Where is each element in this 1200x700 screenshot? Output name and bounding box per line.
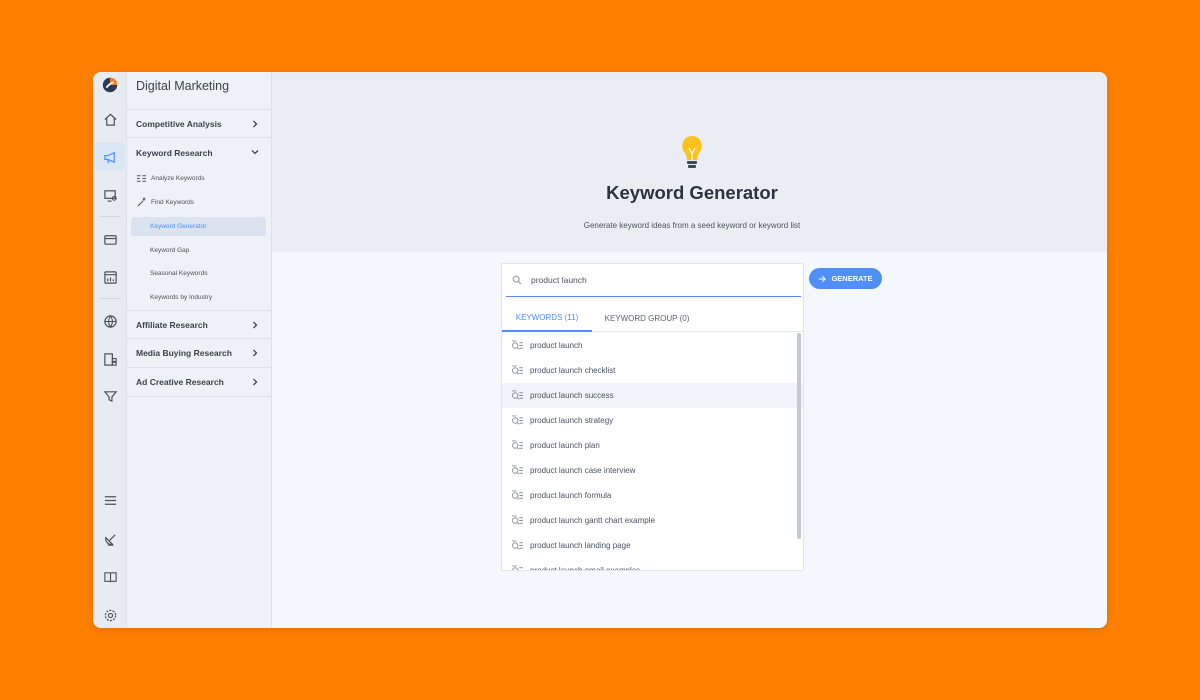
inbox-icon[interactable]	[95, 225, 125, 253]
keyword-search-icon	[511, 515, 523, 525]
keyword-row[interactable]: product launch strategy	[502, 408, 803, 433]
chevron-right-icon	[253, 349, 258, 357]
app-logo-icon[interactable]	[101, 76, 119, 94]
keyword-search-icon	[511, 540, 523, 550]
keyword-search-icon	[511, 490, 523, 500]
seed-keyword-input[interactable]	[531, 275, 781, 285]
keyword-text: product launch formula	[530, 491, 612, 500]
nav-item-label: Keyword Generator	[150, 223, 207, 230]
nav-item-label: Keywords by Industry	[150, 294, 213, 301]
keyword-row[interactable]: product launch case interview	[502, 458, 803, 483]
monitor-user-icon[interactable]	[95, 181, 125, 209]
keyword-row[interactable]: product launch success	[502, 383, 803, 408]
tab-keywords[interactable]: KEYWORDS (11)	[502, 304, 592, 332]
icon-rail	[93, 72, 127, 628]
nav-section-keyword-research[interactable]: Keyword Research	[127, 138, 272, 167]
nav-item-analyze-keywords[interactable]: Analyze Keywords	[131, 169, 266, 188]
book-icon[interactable]	[95, 563, 125, 591]
keyword-list: product launch product launch checklist pr…	[502, 333, 803, 571]
lightbulb-icon	[682, 136, 702, 168]
globe-icon[interactable]	[95, 307, 125, 335]
page-subtitle: Generate keyword ideas from a seed keywo…	[583, 221, 801, 230]
nav-section-ad-creative-research[interactable]: Ad Creative Research	[127, 368, 272, 397]
keyword-search-icon	[511, 390, 523, 400]
nav-item-find-keywords[interactable]: Find Keywords	[131, 193, 266, 212]
generate-button[interactable]: GENERATE	[809, 268, 882, 289]
nav-item-keywords-by-industry[interactable]: Keywords by Industry	[131, 288, 266, 307]
nav-title: Digital Marketing	[136, 79, 230, 93]
nav-section-affiliate-research[interactable]: Affiliate Research	[127, 310, 272, 339]
nav-section-label: Keyword Research	[136, 147, 213, 158]
satellite-dish-icon[interactable]	[95, 525, 125, 553]
tab-keyword-group[interactable]: KEYWORD GROUP (0)	[592, 304, 702, 332]
nav-item-label: Analyze Keywords	[151, 175, 205, 182]
keyword-panel: KEYWORDS (11) KEYWORD GROUP (0) product …	[501, 263, 804, 571]
nav-section-label: Competitive Analysis	[136, 118, 222, 129]
hero-section: Keyword Generator Generate keyword ideas…	[272, 72, 1107, 252]
keyword-text: product launch plan	[530, 441, 600, 450]
chevron-right-icon	[253, 378, 258, 386]
keyword-search-icon	[511, 415, 523, 425]
keyword-list-icon	[136, 175, 147, 182]
keyword-search-icon	[511, 440, 523, 450]
nav-section-label: Media Buying Research	[136, 348, 232, 358]
keyword-text: product launch strategy	[530, 416, 614, 425]
menu-icon[interactable]	[95, 486, 125, 514]
keyword-row[interactable]: product launch gantt chart example	[502, 508, 803, 533]
keyword-search-icon	[511, 340, 523, 350]
nav-item-label: Find Keywords	[151, 199, 194, 206]
chevron-down-icon	[251, 150, 259, 155]
keyword-row[interactable]: product launch plan	[502, 433, 803, 458]
nav-item-keyword-generator[interactable]: Keyword Generator	[131, 217, 266, 236]
megaphone-icon[interactable]	[95, 143, 125, 171]
keyword-text: product launch case interview	[530, 466, 636, 475]
arrow-right-icon	[819, 275, 827, 282]
grid-report-icon[interactable]	[95, 345, 125, 373]
filter-icon[interactable]	[95, 382, 125, 410]
keyword-row[interactable]: product launch checklist	[502, 358, 803, 383]
nav-panel: Digital Marketing Competitive Analysis K…	[127, 72, 272, 628]
nav-item-seasonal-keywords[interactable]: Seasonal Keywords	[131, 264, 266, 283]
nav-section-label: Ad Creative Research	[136, 377, 224, 387]
keyword-text: product launch success	[530, 391, 614, 400]
nav-item-keyword-gap[interactable]: Keyword Gap	[131, 241, 266, 260]
nav-section-competitive-analysis[interactable]: Competitive Analysis	[127, 109, 272, 138]
nav-section-media-buying-research[interactable]: Media Buying Research	[127, 339, 272, 368]
nav-item-label: Keyword Gap	[150, 247, 190, 254]
keyword-search-icon	[511, 365, 523, 375]
chart-window-icon[interactable]	[95, 263, 125, 291]
home-icon[interactable]	[95, 105, 125, 133]
keyword-text: product launch	[530, 341, 583, 350]
keyword-row[interactable]: product launch email examples	[502, 558, 803, 571]
keyword-text: product launch email examples	[530, 566, 641, 571]
keyword-text: product launch landing page	[530, 541, 631, 550]
keyword-search-icon	[512, 565, 523, 570]
generate-button-label: GENERATE	[831, 274, 873, 283]
nav-section-label: Affiliate Research	[136, 319, 208, 330]
search-box	[506, 264, 801, 297]
nav-item-label: Seasonal Keywords	[150, 270, 208, 277]
keyword-text: product launch checklist	[530, 366, 616, 375]
magic-wand-icon	[137, 197, 146, 207]
keyword-row[interactable]: product launch landing page	[502, 533, 803, 558]
chevron-right-icon	[253, 321, 258, 329]
keyword-text: product launch gantt chart example	[530, 516, 655, 525]
chevron-right-icon	[253, 120, 258, 128]
list-scrollbar[interactable]	[797, 333, 801, 539]
main-content: Keyword Generator Generate keyword ideas…	[272, 72, 1107, 628]
page-title: Keyword Generator	[606, 182, 778, 203]
keyword-search-icon	[511, 465, 523, 475]
keyword-row[interactable]: product launch	[502, 333, 803, 358]
result-tabs: KEYWORDS (11) KEYWORD GROUP (0)	[502, 304, 803, 332]
search-icon	[512, 275, 522, 285]
settings-gear-icon[interactable]	[95, 601, 125, 628]
keyword-row[interactable]: product launch formula	[502, 483, 803, 508]
app-window: Digital Marketing Competitive Analysis K…	[93, 72, 1107, 628]
